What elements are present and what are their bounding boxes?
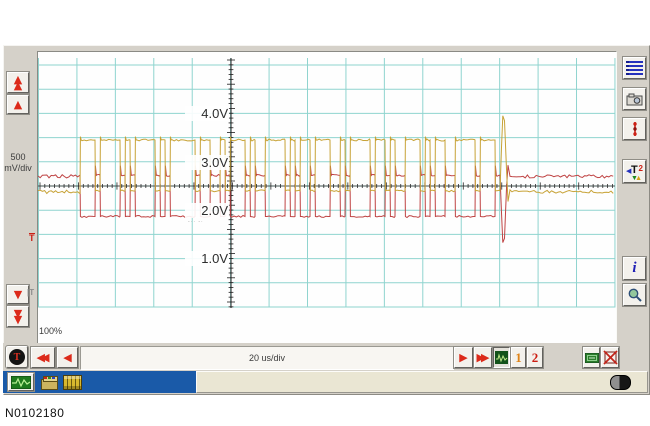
voltage-label-2v: 2.0V: [185, 203, 229, 218]
double-down-arrow-icon: ▼▼: [14, 311, 22, 323]
trigger-mode-button[interactable]: T: [6, 346, 28, 368]
scope-display: 4.0V 3.0V 2.0V 1.0V -·· -·: [37, 51, 617, 344]
capture-device-button[interactable]: [583, 347, 600, 368]
measurement-list-button[interactable]: [623, 57, 646, 79]
magnifier-icon: [627, 287, 643, 303]
toolbox-icon: [40, 375, 58, 389]
data-app-button[interactable]: [61, 373, 83, 391]
connection-toggle[interactable]: [610, 375, 631, 390]
up-arrow-icon: ▲: [14, 99, 22, 110]
double-up-arrow-icon: ▲▲: [14, 77, 22, 89]
trigger-t-icon: T: [9, 349, 25, 365]
scroll-down-button[interactable]: ▼: [7, 285, 29, 304]
right-arrow-icon: ▶: [459, 352, 467, 363]
left-arrow-icon: ◀: [63, 352, 71, 363]
channel-2-label: 2: [532, 350, 539, 366]
trigger-setup-button[interactable]: ◀ T 2 ▼ ▲: [623, 160, 646, 183]
figure-code: N0102180: [5, 406, 64, 420]
trigger-time-marker: |T: [27, 288, 34, 297]
green-module-icon: [585, 353, 599, 363]
voltage-label-3v: 3.0V: [185, 155, 229, 170]
zoom-percentage: 100%: [39, 326, 62, 336]
trigger-level-marker[interactable]: T: [29, 233, 35, 243]
scroll-down-fast-button[interactable]: ▼▼: [7, 306, 29, 327]
snapshot-button[interactable]: [623, 88, 646, 110]
voltage-label-1v: 1.0V: [185, 251, 229, 266]
vertical-marker-icon: [630, 121, 640, 137]
status-strip: [196, 371, 648, 393]
down-arrow-icon: ▼: [14, 289, 22, 300]
crossed-box-icon: [603, 350, 618, 365]
camera-icon: [626, 93, 643, 106]
waveform-canvas: [38, 52, 616, 343]
info-icon: i: [632, 260, 636, 277]
cursor-marker-button[interactable]: [623, 118, 646, 140]
double-left-arrow-icon: ◀◀: [37, 351, 50, 364]
screenshot-root: ▲▲ ▲ 500 mV/div ▼ ▼▼ 4.0V 3.0V 2.0V 1.0V…: [0, 0, 650, 426]
zoom-button[interactable]: [623, 284, 646, 306]
timebase-track[interactable]: 20 us/div: [80, 346, 454, 370]
live-display-toggle[interactable]: [493, 347, 510, 368]
scroll-up-button[interactable]: ▲: [7, 95, 29, 114]
vehicle-app-button[interactable]: [38, 373, 60, 391]
info-button[interactable]: i: [623, 257, 646, 280]
data-cartridge-icon: [63, 375, 82, 390]
scope-trace-icon: [495, 351, 508, 364]
close-trace-button[interactable]: [601, 347, 619, 368]
vertical-scale-label: 500 mV/div: [2, 152, 34, 174]
pan-left-fast-button[interactable]: ◀◀: [31, 347, 55, 368]
pan-left-button[interactable]: ◀: [57, 347, 78, 368]
channel-1-button[interactable]: 1: [511, 347, 526, 368]
scroll-up-fast-button[interactable]: ▲▲: [7, 72, 29, 93]
trigger-setup-icon: ◀ T 2 ▼ ▲: [626, 164, 643, 179]
voltage-label-4v: 4.0V: [185, 106, 229, 121]
scope-app-button[interactable]: [8, 373, 34, 391]
double-right-arrow-icon: ▶▶: [477, 351, 490, 364]
minor-cursor-marks: -·· -·: [188, 219, 204, 225]
timebase-label: 20 us/div: [249, 353, 285, 363]
list-icon: [626, 61, 643, 75]
scope-screen-icon: [11, 376, 31, 389]
channel-1-label: 1: [515, 350, 522, 366]
pan-right-button[interactable]: ▶: [454, 347, 473, 368]
channel-2-button[interactable]: 2: [527, 347, 543, 368]
pan-right-fast-button[interactable]: ▶▶: [474, 347, 492, 368]
